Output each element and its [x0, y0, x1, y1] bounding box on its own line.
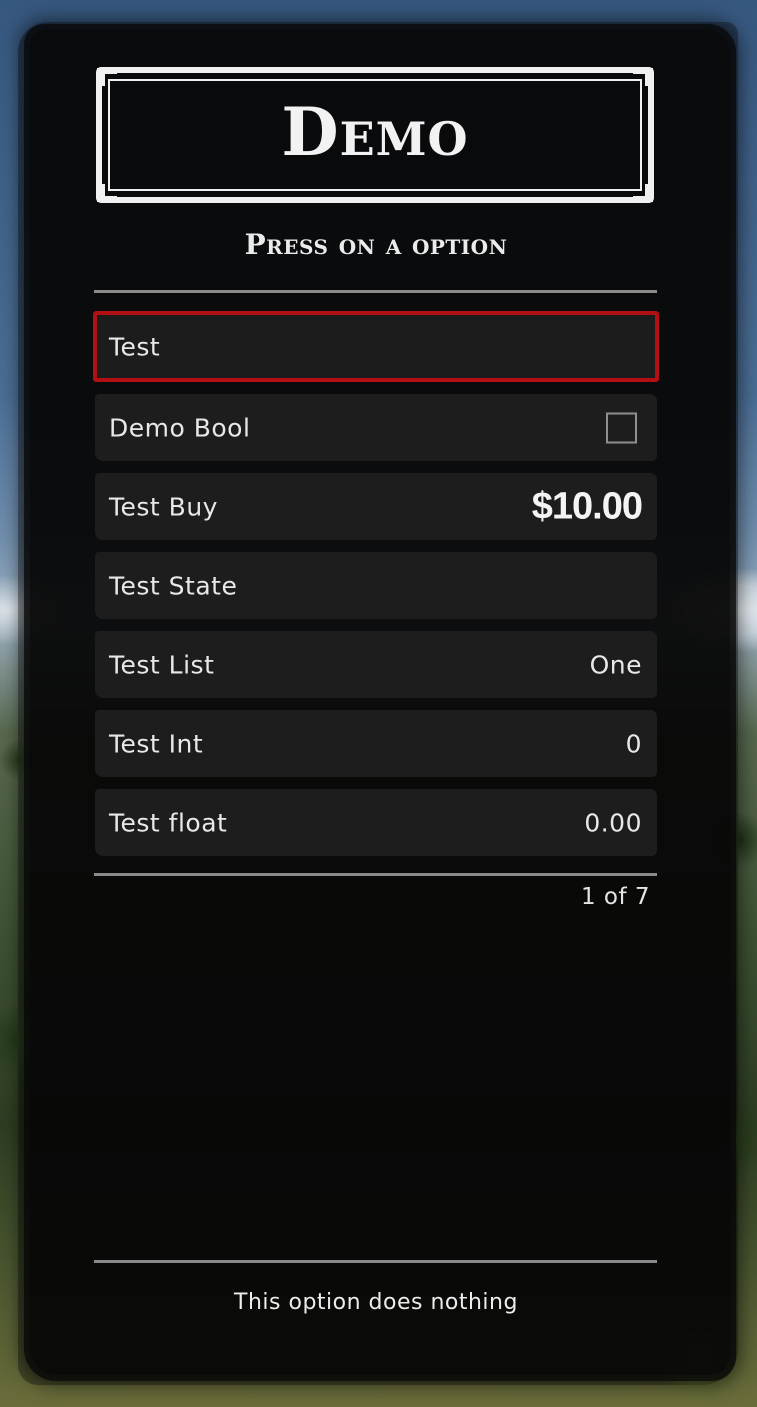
option-label: Test Int [109, 729, 204, 758]
description-divider [94, 1260, 657, 1263]
option-test-list[interactable]: Test List One [95, 631, 657, 698]
option-label: Test State [109, 571, 238, 600]
option-test[interactable]: Test [93, 311, 659, 382]
price-value: $10.00 [531, 485, 643, 527]
menu-subtitle: Press on a option [244, 228, 508, 261]
option-label: Test [109, 332, 161, 361]
option-test-state[interactable]: Test State [95, 552, 657, 619]
menu-title: Demo [281, 93, 469, 171]
page-counter: 1 of 7 [580, 884, 650, 910]
option-description: This option does nothing [234, 1290, 518, 1315]
option-demo-bool[interactable]: Demo Bool [95, 394, 657, 461]
float-value: 0.00 [584, 808, 642, 837]
list-bottom-divider [94, 873, 657, 876]
option-label: Test List [109, 650, 215, 679]
list-value: One [589, 650, 642, 679]
int-value: 0 [625, 729, 642, 758]
option-test-int[interactable]: Test Int 0 [95, 710, 657, 777]
option-list: Test Demo Bool Test Buy $10.00 Test Stat… [93, 311, 659, 868]
option-label: Test Buy [109, 492, 218, 521]
bool-checkbox[interactable] [606, 412, 637, 443]
option-label: Test float [109, 808, 228, 837]
top-divider [94, 290, 657, 293]
option-label: Demo Bool [109, 413, 251, 442]
option-test-float[interactable]: Test float 0.00 [95, 789, 657, 856]
title-banner: Demo [95, 64, 655, 206]
option-test-buy[interactable]: Test Buy $10.00 [95, 473, 657, 540]
